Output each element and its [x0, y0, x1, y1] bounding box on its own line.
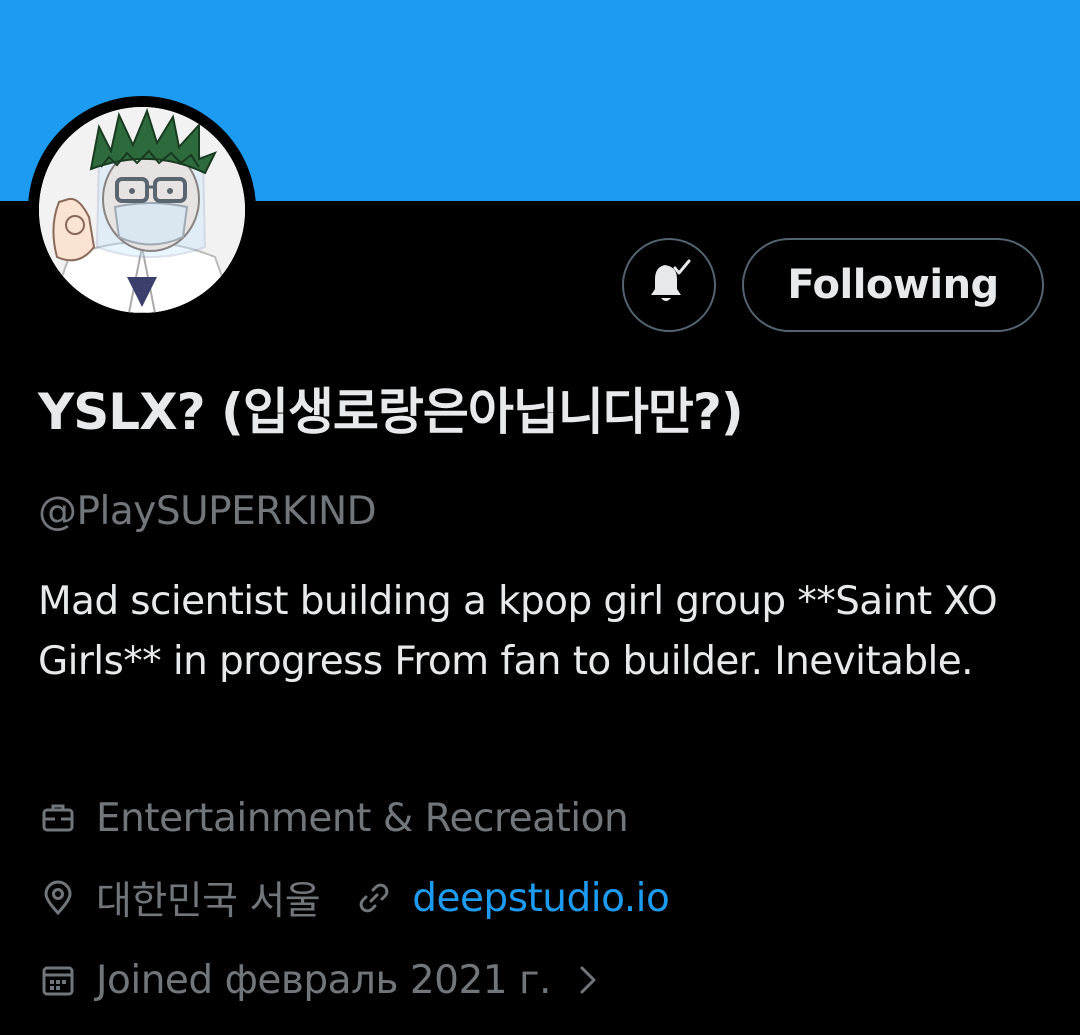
- category-row: Entertainment & Recreation: [38, 790, 629, 846]
- chevron-right-icon[interactable]: [573, 960, 603, 1000]
- joined-label: Joined февраль 2021 г.: [96, 957, 551, 1003]
- joined-row: Joined февраль 2021 г.: [38, 952, 603, 1008]
- profile-bio: Mad scientist building a kpop girl group…: [38, 579, 998, 684]
- avatar-image: [39, 107, 245, 313]
- location-row: 대한민국 서울 deepstudio.io: [38, 870, 670, 926]
- location-label: 대한민국 서울: [96, 879, 321, 924]
- notification-bell-button[interactable]: [622, 238, 716, 332]
- website-link[interactable]: deepstudio.io: [412, 876, 670, 921]
- user-handle: @PlaySUPERKIND: [38, 489, 377, 534]
- briefcase-icon: [38, 798, 78, 838]
- map-pin-icon: [38, 878, 78, 918]
- link-icon: [354, 878, 394, 918]
- profile-avatar[interactable]: [28, 96, 256, 324]
- display-name: YSLX? (입생로랑은아닙니다만?): [38, 383, 744, 441]
- bell-check-icon: [645, 259, 693, 312]
- calendar-icon: [38, 960, 78, 1000]
- following-button[interactable]: Following: [742, 238, 1044, 332]
- category-label: Entertainment & Recreation: [96, 795, 629, 841]
